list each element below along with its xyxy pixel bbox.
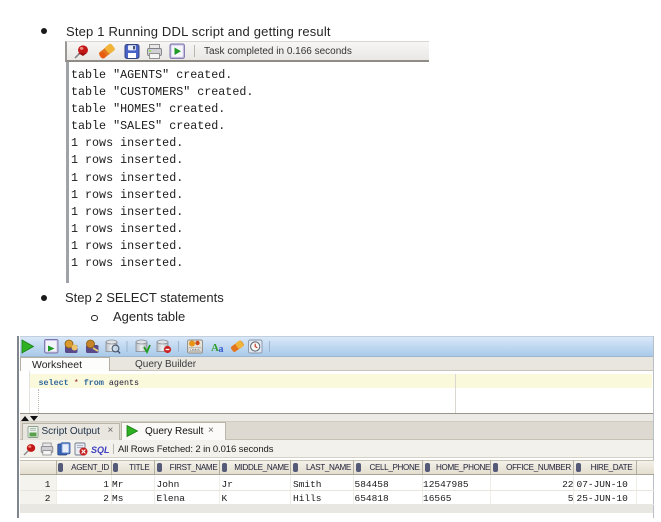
svg-text:a: a	[218, 344, 223, 355]
svg-text:DBMS: DBMS	[190, 348, 201, 352]
